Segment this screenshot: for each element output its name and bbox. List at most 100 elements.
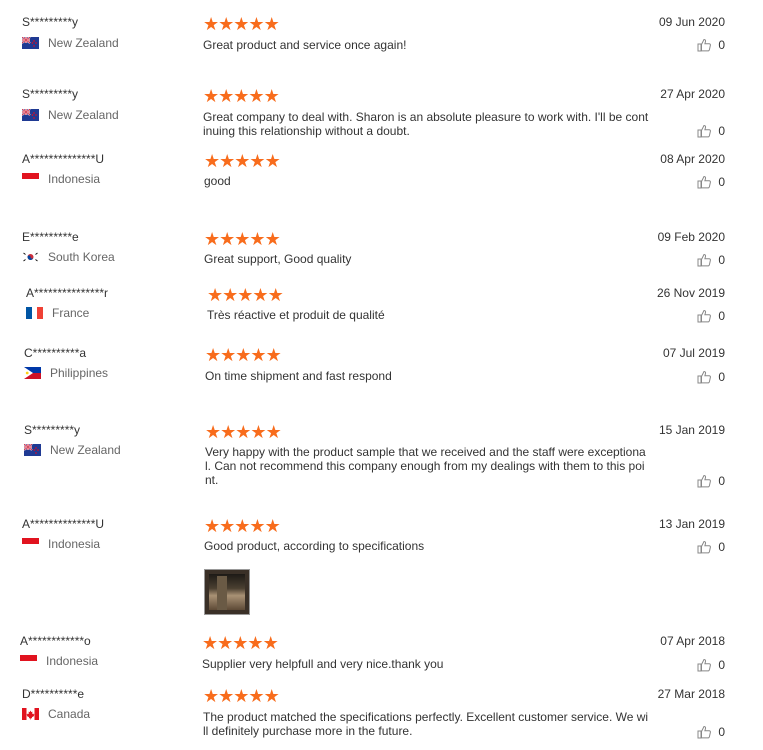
thumbs-up-icon[interactable] bbox=[697, 370, 712, 384]
star-icon: ★ bbox=[249, 229, 265, 250]
reviewer-country: Indonesia bbox=[22, 172, 100, 186]
star-icon: ★ bbox=[233, 14, 249, 35]
nz-flag-icon bbox=[22, 109, 39, 121]
country-name: New Zealand bbox=[48, 36, 119, 50]
thumbs-up-icon[interactable] bbox=[697, 38, 712, 52]
star-icon: ★ bbox=[218, 14, 234, 35]
like-button[interactable]: 0 bbox=[697, 124, 725, 138]
like-button[interactable]: 0 bbox=[697, 370, 725, 384]
like-button[interactable]: 0 bbox=[697, 540, 725, 554]
star-icon: ★ bbox=[263, 686, 280, 707]
country-name: Indonesia bbox=[48, 172, 101, 186]
id-flag-icon bbox=[22, 173, 39, 185]
like-count: 0 bbox=[718, 370, 725, 384]
thumbs-up-icon[interactable] bbox=[697, 253, 712, 267]
review-text: On time shipment and fast respond bbox=[205, 369, 392, 383]
star-icon: ★ bbox=[235, 345, 251, 366]
country-name: Philippines bbox=[50, 366, 109, 380]
like-button[interactable]: 0 bbox=[697, 474, 725, 488]
star-icon: ★ bbox=[250, 345, 266, 366]
reviewer-name: S*********y bbox=[24, 423, 81, 437]
thumbs-up-icon[interactable] bbox=[697, 474, 712, 488]
thumbs-up-icon[interactable] bbox=[697, 725, 712, 739]
star-icon: ★ bbox=[264, 229, 281, 250]
reviewer-country: South Korea bbox=[22, 250, 115, 264]
reviewer-country: New Zealand bbox=[24, 443, 121, 457]
star-icon: ★ bbox=[219, 151, 235, 172]
country-name: Indonesia bbox=[48, 537, 101, 551]
reviewer-country: Philippines bbox=[24, 366, 108, 380]
star-icon: ★ bbox=[203, 14, 219, 35]
star-icon: ★ bbox=[218, 686, 234, 707]
review-text: Great company to deal with. Sharon is an… bbox=[203, 110, 649, 138]
reviewer-country: New Zealand bbox=[22, 108, 119, 122]
review-date: 09 Jun 2020 bbox=[658, 15, 725, 29]
kr-flag-icon bbox=[22, 251, 39, 263]
like-count: 0 bbox=[718, 658, 725, 672]
star-icon: ★ bbox=[248, 14, 264, 35]
star-icon: ★ bbox=[264, 151, 281, 172]
star-icon: ★ bbox=[252, 285, 268, 306]
star-icon: ★ bbox=[220, 422, 236, 443]
like-button[interactable]: 0 bbox=[697, 658, 725, 672]
thumbs-up-icon[interactable] bbox=[697, 175, 712, 189]
star-icon: ★ bbox=[263, 86, 280, 107]
review-text: Supplier very helpfull and very nice.tha… bbox=[202, 657, 444, 671]
reviewer-name: A**************U bbox=[22, 152, 105, 166]
star-icon: ★ bbox=[248, 686, 264, 707]
review-text: good bbox=[204, 174, 231, 188]
review-text: Très réactive et produit de qualité bbox=[207, 308, 385, 322]
reviewer-country: New Zealand bbox=[22, 36, 119, 50]
country-name: New Zealand bbox=[50, 443, 121, 457]
star-icon: ★ bbox=[205, 345, 221, 366]
star-icon: ★ bbox=[220, 345, 236, 366]
star-icon: ★ bbox=[247, 633, 263, 654]
nz-flag-icon bbox=[24, 444, 41, 456]
review-text: The product matched the specifications p… bbox=[203, 710, 649, 738]
star-icon: ★ bbox=[203, 86, 219, 107]
star-icon: ★ bbox=[234, 516, 250, 537]
star-rating: ★★★★★ bbox=[203, 14, 280, 35]
fr-flag-icon bbox=[26, 307, 43, 319]
nz-flag-icon bbox=[22, 37, 39, 49]
reviewer-name: S*********y bbox=[22, 15, 79, 29]
id-flag-icon bbox=[20, 655, 37, 667]
country-name: New Zealand bbox=[48, 108, 119, 122]
star-icon: ★ bbox=[249, 151, 265, 172]
review-date: 07 Apr 2018 bbox=[660, 634, 725, 648]
star-icon: ★ bbox=[207, 285, 223, 306]
like-button[interactable]: 0 bbox=[697, 725, 725, 739]
star-icon: ★ bbox=[219, 516, 235, 537]
thumbs-up-icon[interactable] bbox=[697, 124, 712, 138]
reviewer-country: France bbox=[26, 306, 89, 320]
thumbs-up-icon[interactable] bbox=[697, 540, 712, 554]
like-button[interactable]: 0 bbox=[697, 38, 725, 52]
like-count: 0 bbox=[718, 474, 725, 488]
reviewer-name: E*********e bbox=[22, 230, 79, 244]
star-icon: ★ bbox=[204, 151, 220, 172]
reviewer-country: Indonesia bbox=[22, 537, 100, 551]
thumbs-up-icon[interactable] bbox=[697, 309, 712, 323]
reviewer-name: A************o bbox=[20, 634, 91, 648]
like-button[interactable]: 0 bbox=[697, 309, 725, 323]
star-icon: ★ bbox=[204, 516, 220, 537]
star-icon: ★ bbox=[233, 686, 249, 707]
like-count: 0 bbox=[718, 309, 725, 323]
like-button[interactable]: 0 bbox=[697, 175, 725, 189]
review-date: 07 Jul 2019 bbox=[662, 346, 725, 360]
star-rating: ★★★★★ bbox=[205, 345, 282, 366]
star-icon: ★ bbox=[263, 14, 280, 35]
star-icon: ★ bbox=[262, 633, 279, 654]
star-icon: ★ bbox=[267, 285, 284, 306]
star-icon: ★ bbox=[222, 285, 238, 306]
like-count: 0 bbox=[718, 124, 725, 138]
review-photo-thumbnail[interactable] bbox=[204, 569, 250, 615]
like-button[interactable]: 0 bbox=[697, 253, 725, 267]
ca-flag-icon bbox=[22, 708, 39, 720]
review-date: 09 Feb 2020 bbox=[657, 230, 725, 244]
thumbs-up-icon[interactable] bbox=[697, 658, 712, 672]
star-rating: ★★★★★ bbox=[204, 229, 281, 250]
review-text: Great product and service once again! bbox=[203, 38, 407, 52]
star-icon: ★ bbox=[237, 285, 253, 306]
like-count: 0 bbox=[718, 175, 725, 189]
